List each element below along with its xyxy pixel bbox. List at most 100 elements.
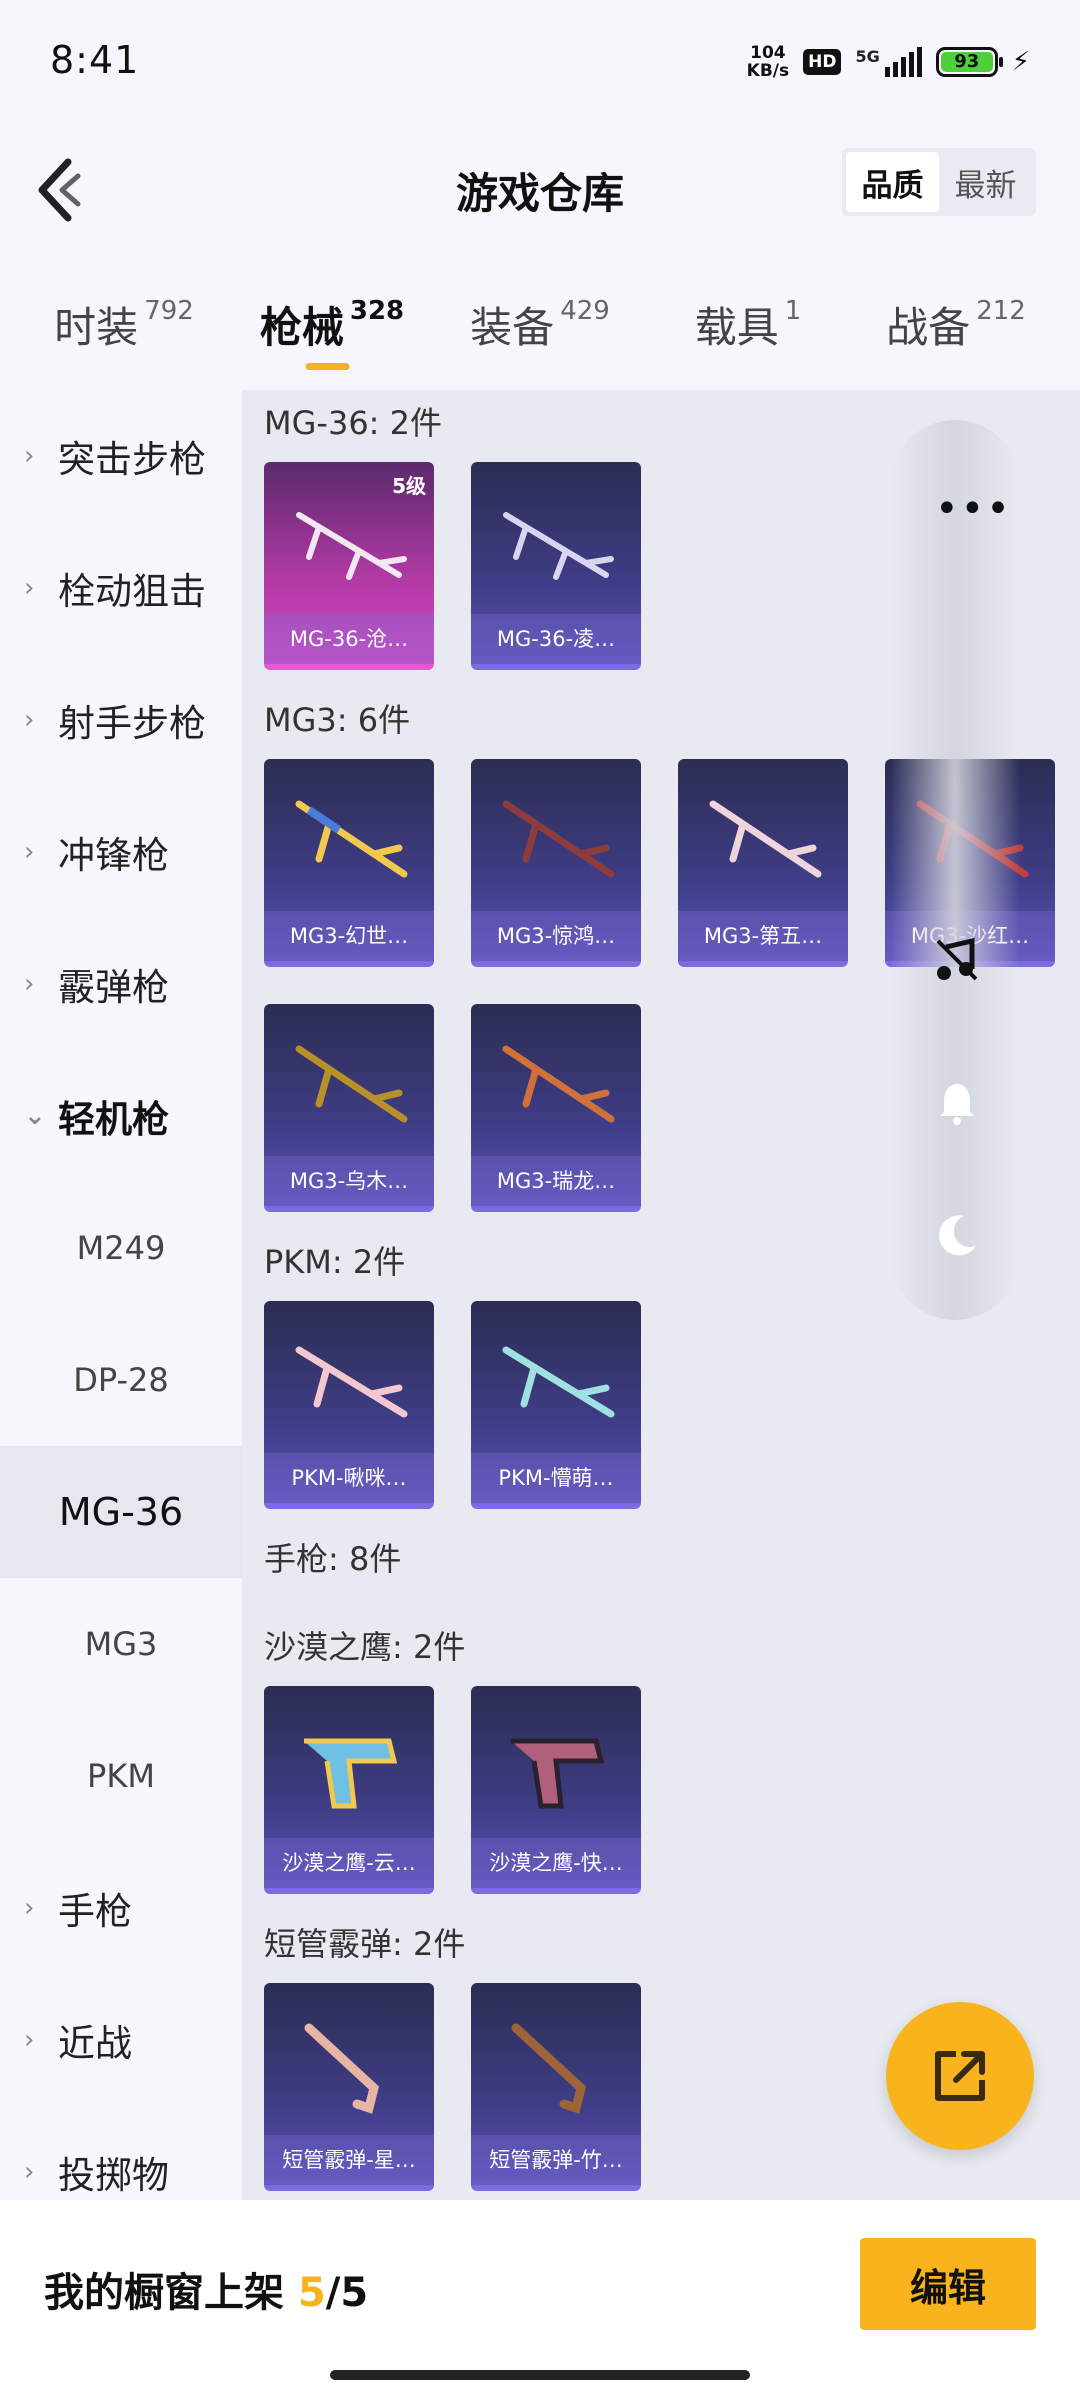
group-title: MG3: 6件 [264,701,411,739]
item-card[interactable]: PKM-懵萌… [471,1301,641,1509]
chevron-right-icon: › [24,573,35,603]
group-title: MG-36: 2件 [264,404,442,442]
item-card[interactable]: MG3-第五… [678,759,848,967]
item-card[interactable]: MG3-惊鸿… [471,759,641,967]
pistol-icon [511,1738,605,1809]
item-card[interactable]: 短管霰弹-星… [264,1983,434,2191]
charging-icon: ⚡ [1011,47,1030,77]
showcase-text: 我的橱窗上架 [44,2270,298,2316]
battery-level: 93 [940,52,993,72]
sidebar-item-label: 冲锋枪 [58,834,169,877]
chevron-right-icon: › [24,705,35,735]
item-card[interactable]: MG-36-凌… [471,462,641,670]
item-name: MG3-乌木… [264,1156,434,1206]
item-card[interactable]: MG3-乌木… [264,1004,434,1212]
share-button[interactable] [886,2002,1034,2150]
sidebar-subitem-dp28[interactable]: DP-28 [0,1314,242,1446]
sidebar-item-shotgun[interactable]: › 霰弹枪 [0,918,242,1050]
item-card[interactable]: 5级 MG-36-沧… [264,462,434,670]
battery-icon: 93 [935,47,1003,77]
network-label: 5G [855,47,880,66]
tab-count: 212 [976,296,1026,326]
moon-icon[interactable] [932,1210,982,1260]
sidebar-subitem-mg3[interactable]: MG3 [0,1578,242,1710]
item-card[interactable]: 短管霰弹-竹… [471,1983,641,2191]
sort-toggle: 品质 最新 [842,148,1036,216]
sidebar-item-melee[interactable]: › 近战 [0,1974,242,2106]
sidebar-item-pistol[interactable]: › 手枪 [0,1842,242,1974]
sidebar-item-assault-rifle[interactable]: › 突击步枪 [0,390,242,522]
sidebar-item-bolt-sniper[interactable]: › 栓动狙击 [0,522,242,654]
sidebar-subitem-m249[interactable]: M249 [0,1182,242,1314]
tab-supplies[interactable]: 战备 212 [852,260,1060,390]
showcase-current-count: 5 [297,2270,326,2316]
chevron-right-icon: › [24,837,35,867]
sidebar-item-label: 射手步枪 [58,702,206,745]
item-name: PKM-懵萌… [471,1453,641,1503]
item-card[interactable]: 沙漠之鹰-快… [471,1686,641,1894]
home-indicator[interactable] [330,2370,750,2380]
tab-label: 战备 [886,303,971,352]
group-title: 沙漠之鹰: 2件 [264,1628,466,1666]
more-dots-icon[interactable]: ••• [935,486,1012,532]
sidebar-subitem-mg36[interactable]: MG-36 [0,1446,242,1578]
pistol-icon [304,1738,398,1809]
tab-outfits[interactable]: 时装 792 [20,260,228,390]
chevron-right-icon: › [24,2025,35,2055]
sidebar-item-marksman-rifle[interactable]: › 射手步枪 [0,654,242,786]
item-card[interactable]: MG3-幻世… [264,759,434,967]
group-title: 手枪: 8件 [264,1540,402,1578]
rifle-icon [503,512,614,580]
net-speed-value: 104 [750,43,786,63]
item-name: MG3-惊鸿… [471,911,641,961]
showcase-total: /5 [325,2270,369,2316]
item-name: MG3-幻世… [264,911,434,961]
signal-icon: 5G [855,47,922,77]
sidebar-item-label: 轻机枪 [58,1098,169,1141]
tab-label: 枪械 [259,303,344,352]
item-card[interactable]: MG3-瑞龙… [471,1004,641,1212]
item-card[interactable]: PKM-啾咪… [264,1301,434,1509]
chevron-right-icon: › [24,441,35,471]
hd-badge: HD [803,49,842,75]
tab-label: 时装 [54,303,139,352]
weapon-category-sidebar: › 突击步枪 › 栓动狙击 › 射手步枪 › 冲锋枪 › 霰弹枪 ⌄ 轻机枪 M249 DP… [0,390,242,2200]
share-external-icon [935,2051,985,2101]
sidebar-item-label: 投掷物 [58,2154,169,2197]
sidebar-item-label: 近战 [58,2022,132,2065]
rifle-icon [502,1045,615,1123]
item-name: 短管霰弹-星… [264,2135,434,2185]
tab-count: 429 [560,296,610,326]
tab-label: 装备 [470,303,555,352]
status-bar: 8:41 104 KB/s HD 5G 93 ⚡ [0,0,1080,130]
tab-firearms[interactable]: 枪械 328 [228,260,436,390]
item-name: MG-36-凌… [471,614,641,664]
item-name: MG-36-沧… [264,614,434,664]
tab-count: 792 [144,296,194,326]
rifle-icon [295,1346,408,1418]
item-card[interactable]: 沙漠之鹰-云… [264,1686,434,1894]
header: 游戏仓库 品质 最新 [0,130,1080,260]
chevron-right-icon: › [24,2157,35,2187]
sidebar-item-lmg[interactable]: ⌄ 轻机枪 [0,1050,242,1182]
tab-equipment[interactable]: 装备 429 [436,260,644,390]
chevron-right-icon: › [24,969,35,999]
sort-latest-button[interactable]: 最新 [939,152,1032,212]
status-time: 8:41 [50,38,140,82]
floating-tool-panel [890,420,1020,1320]
level-badge: 5级 [392,474,426,498]
sort-quality-button[interactable]: 品质 [846,152,939,212]
rifle-icon [295,1045,408,1123]
rifle-icon [295,800,408,878]
rifle-icon [502,800,615,878]
rifle-icon [296,512,407,580]
edit-button[interactable]: 编辑 [860,2238,1036,2330]
sidebar-subitem-pkm[interactable]: PKM [0,1710,242,1842]
sidebar-item-smg[interactable]: › 冲锋枪 [0,786,242,918]
tab-vehicles[interactable]: 载具 1 [644,260,852,390]
chevron-down-icon: ⌄ [24,1101,46,1131]
chevron-right-icon: › [24,1893,35,1923]
tab-count: 328 [349,296,405,326]
music-off-icon[interactable] [932,935,982,985]
bell-icon[interactable] [932,1078,982,1128]
